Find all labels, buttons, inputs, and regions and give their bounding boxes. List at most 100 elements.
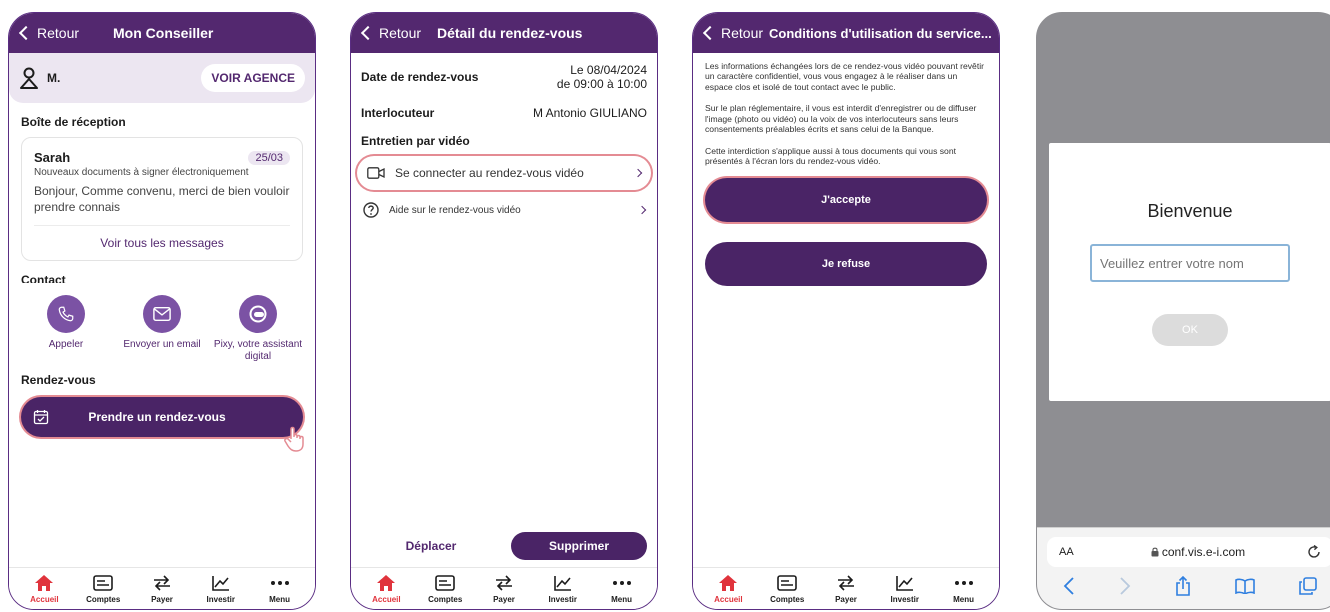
more-icon — [270, 581, 289, 585]
message-preview: Bonjour, Comme convenu, merci de bien vo… — [34, 184, 290, 214]
contact-row: Interlocuteur M Antonio GIULIANO — [351, 106, 657, 120]
terms-text: Les informations échangées lors de ce re… — [693, 53, 999, 167]
tab-accueil[interactable]: Accueil — [701, 573, 755, 604]
tab-menu[interactable]: Menu — [253, 573, 307, 604]
contact-title: Contact — [21, 273, 66, 284]
delete-button[interactable]: Supprimer — [511, 532, 647, 560]
back-button[interactable]: Retour — [17, 25, 79, 41]
home-icon — [719, 575, 738, 591]
address-bar[interactable]: AA conf.vis.e-i.com — [1047, 537, 1330, 567]
screen-conditions-utilisation: Retour Conditions d'utilisation du servi… — [692, 12, 1000, 610]
tab-menu[interactable]: Menu — [595, 573, 649, 604]
tab-comptes[interactable]: Comptes — [76, 573, 130, 604]
more-icon — [954, 581, 973, 585]
video-camera-icon — [367, 167, 385, 180]
tab-investir[interactable]: Investir — [194, 573, 248, 604]
message-sender: Sarah — [34, 150, 71, 165]
tab-comptes[interactable]: Comptes — [760, 573, 814, 604]
back-arrow-icon[interactable] — [1063, 577, 1075, 595]
card-icon — [777, 575, 797, 591]
tab-payer[interactable]: Payer — [819, 573, 873, 604]
forward-arrow-icon[interactable] — [1119, 577, 1131, 595]
url-text: conf.vis.e-i.com — [1089, 545, 1307, 559]
welcome-dialog: Bienvenue OK — [1049, 143, 1330, 401]
message-date-badge: 25/03 — [248, 150, 290, 165]
back-button[interactable]: Retour — [701, 25, 763, 41]
header: Retour Détail du rendez-vous — [351, 13, 657, 53]
back-button[interactable]: Retour — [359, 25, 421, 41]
tab-accueil[interactable]: Accueil — [359, 573, 413, 604]
tab-payer[interactable]: Payer — [135, 573, 189, 604]
tab-investir[interactable]: Investir — [536, 573, 590, 604]
screen-mon-conseiller: Retour Mon Conseiller M. VOIR AGENCE Boî… — [8, 12, 316, 610]
message-card[interactable]: Sarah 25/03 Nouveaux documents à signer … — [21, 137, 303, 262]
browser-toolbar: AA conf.vis.e-i.com — [1037, 527, 1330, 609]
terms-paragraph: Les informations échangées lors de ce re… — [705, 61, 984, 92]
chevron-right-icon — [637, 205, 647, 215]
help-video-row[interactable]: Aide sur le rendez-vous vidéo — [351, 202, 657, 218]
transfer-icon — [153, 575, 170, 591]
share-icon[interactable] — [1175, 576, 1191, 596]
reload-icon[interactable] — [1307, 545, 1321, 559]
call-button[interactable]: Appeler — [21, 295, 111, 363]
chart-icon — [211, 576, 229, 591]
contact-options: Appeler Envoyer un email Pixy, votre ass… — [9, 295, 315, 363]
header: Retour Conditions d'utilisation du servi… — [693, 13, 999, 53]
move-button[interactable]: Déplacer — [361, 539, 501, 553]
page-title: Mon Conseiller — [113, 25, 214, 41]
tap-hand-icon — [284, 426, 304, 452]
back-label: Retour — [721, 25, 764, 41]
tab-comptes[interactable]: Comptes — [418, 573, 472, 604]
chart-icon — [895, 576, 913, 591]
chart-icon — [553, 576, 571, 591]
tabs-icon[interactable] — [1299, 577, 1317, 595]
lock-icon — [1151, 547, 1159, 557]
card-icon — [435, 575, 455, 591]
book-appointment-button[interactable]: Prendre un rendez-vous — [21, 397, 304, 452]
refuse-button[interactable]: Je refuse — [705, 241, 987, 286]
tab-accueil[interactable]: Accueil — [17, 573, 71, 604]
connect-video-row[interactable]: Se connecter au rendez-vous vidéo — [357, 156, 651, 190]
url-value: conf.vis.e-i.com — [1161, 545, 1246, 559]
text-size-button[interactable]: AA — [1059, 546, 1089, 558]
browser-nav — [1037, 567, 1330, 605]
message-subject: Nouveaux documents à signer électronique… — [34, 167, 249, 178]
book-appointment-label: Prendre un rendez-vous — [88, 410, 226, 425]
date-value: Le 08/04/2024 — [570, 63, 647, 77]
advisor-banner: M. VOIR AGENCE — [9, 53, 315, 103]
accept-button[interactable]: J'accepte — [705, 177, 987, 222]
chevron-left-icon — [18, 25, 34, 41]
tab-payer[interactable]: Payer — [477, 573, 531, 604]
envelope-icon — [153, 307, 171, 322]
bookmarks-icon[interactable] — [1235, 578, 1255, 594]
chevron-left-icon — [702, 25, 718, 41]
assistant-label: Pixy, votre assistant digital — [213, 339, 303, 363]
tab-bar: Accueil Comptes Payer Investir Menu — [351, 567, 657, 609]
inbox-title: Boîte de réception — [21, 115, 126, 129]
page-title: Détail du rendez-vous — [437, 25, 583, 41]
card-icon — [93, 575, 113, 591]
tab-menu[interactable]: Menu — [937, 573, 991, 604]
home-icon — [35, 575, 54, 591]
calendar-icon — [33, 410, 49, 425]
screen-browser-bienvenue: Bienvenue OK AA conf.vis.e-i.com — [1036, 12, 1330, 610]
assistant-button[interactable]: Pixy, votre assistant digital — [213, 295, 303, 363]
screen-detail-rendez-vous: Retour Détail du rendez-vous Date de ren… — [350, 12, 658, 610]
more-icon — [612, 581, 631, 585]
date-label: Date de rendez-vous — [361, 70, 479, 84]
email-button[interactable]: Envoyer un email — [117, 295, 207, 363]
name-input[interactable] — [1090, 244, 1290, 282]
appointment-actions: Déplacer Supprimer — [351, 529, 657, 563]
contact-value: M Antonio GIULIANO — [532, 105, 647, 120]
time-value: de 09:00 à 10:00 — [556, 77, 647, 92]
back-label: Retour — [37, 25, 80, 41]
tab-investir[interactable]: Investir — [878, 573, 932, 604]
view-agency-button[interactable]: VOIR AGENCE — [201, 64, 305, 92]
ok-button[interactable]: OK — [1152, 314, 1228, 346]
welcome-title: Bienvenue — [1147, 201, 1233, 221]
chevron-left-icon — [360, 25, 376, 41]
terms-paragraph: Cette interdiction s'applique aussi à to… — [705, 145, 957, 167]
all-messages-link[interactable]: Voir tous les messages — [34, 225, 290, 260]
contact-label: Interlocuteur — [361, 105, 435, 120]
header: Retour Mon Conseiller — [9, 13, 315, 53]
